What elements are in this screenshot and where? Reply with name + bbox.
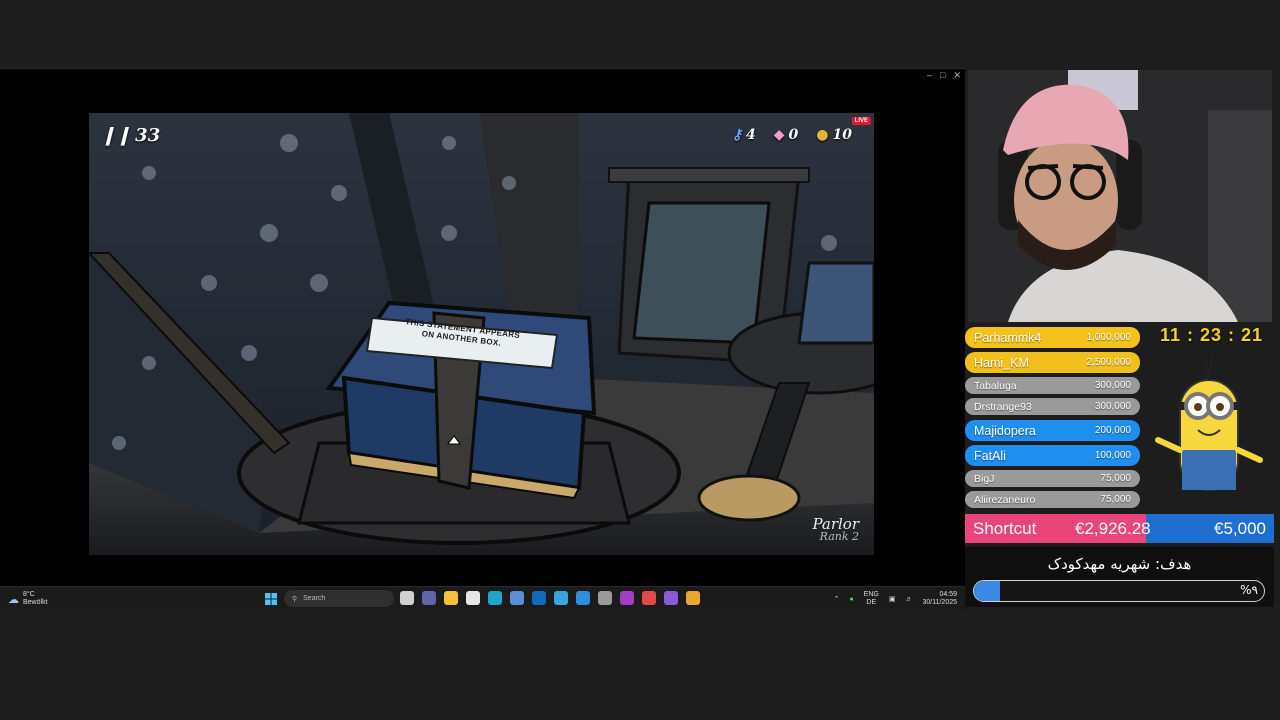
language-code: ENG xyxy=(863,591,879,598)
network-icon[interactable]: ▣ xyxy=(889,595,896,603)
gems-value: 0 xyxy=(788,127,799,143)
leaderboard-row: Drstrange93 300,000 xyxy=(965,398,1140,415)
room-rank: Rank 2 xyxy=(819,530,859,543)
steps-counter: ❙❙ 33 xyxy=(101,125,160,146)
leaderboard-row: Aliirezaneuro 75,000 xyxy=(965,491,1140,508)
minion-mascot-icon xyxy=(1155,357,1263,491)
footsteps-icon: ❙❙ xyxy=(101,125,132,146)
donor-name: Majidopera xyxy=(974,423,1036,438)
donor-name: Drstrange93 xyxy=(974,400,1032,413)
leaderboard-row: Parhammk4 1,000,000 xyxy=(965,327,1140,348)
store-icon[interactable] xyxy=(466,591,480,605)
donor-amount: 1,000,000 xyxy=(1086,332,1132,343)
app-icon-4[interactable] xyxy=(664,591,678,605)
clock[interactable]: 04:59 30/11/2025 xyxy=(922,591,957,607)
taskbar-search[interactable]: ⚲ Search xyxy=(284,590,394,607)
keys-counter: ⚷ 4 xyxy=(732,127,756,143)
weather-description: Bewölkt xyxy=(23,599,48,606)
donation-goal-title: هدف: شهریه مهدکودک xyxy=(1047,555,1192,573)
key-icon: ⚷ xyxy=(731,127,743,143)
window-controls: – □ ✕ xyxy=(927,70,961,81)
donation-progress-track: %٩ xyxy=(973,580,1265,602)
app-icon-2[interactable] xyxy=(554,591,568,605)
streamer-image xyxy=(968,70,1272,322)
donor-name: BigJ xyxy=(974,472,995,485)
coins-counter: ● 10 xyxy=(816,127,852,143)
donor-name: Parhammk4 xyxy=(974,330,1042,345)
stream-timer: 11 : 23 : 21 xyxy=(1160,325,1264,345)
donation-goal: هدف: شهریه مهدکودک %٩ xyxy=(965,547,1274,607)
goal-label: Shortcut xyxy=(973,519,1037,538)
coins-value: 10 xyxy=(832,127,852,143)
taskbar: ☁ 8°C Bewölkt ⚲ Search ⌃ ● ENG DE ▣ ♬ 04… xyxy=(0,586,965,611)
search-placeholder: Search xyxy=(303,595,326,602)
app-icon-1[interactable] xyxy=(510,591,524,605)
game-window: – □ ✕ THIS STATEMENT APPEARS ON ANOTHER … xyxy=(0,68,965,587)
close-icon[interactable]: ✕ xyxy=(953,70,961,81)
gem-icon: ◆ xyxy=(773,127,785,143)
live-badge: LIVE xyxy=(851,117,871,125)
steps-value: 33 xyxy=(135,125,161,146)
game-viewport[interactable]: THIS STATEMENT APPEARS ON ANOTHER BOX. ❙… xyxy=(89,113,874,555)
task-view-icon[interactable] xyxy=(400,591,414,605)
windows-start-icon[interactable] xyxy=(265,593,277,605)
language-indicator[interactable]: ENG DE xyxy=(864,591,879,607)
search-icon: ⚲ xyxy=(292,595,298,603)
outlook-icon[interactable] xyxy=(532,591,546,605)
maximize-icon[interactable]: □ xyxy=(940,70,945,81)
clock-date: 30/11/2025 xyxy=(922,599,957,606)
donation-progress-fill xyxy=(974,581,1001,601)
goal-current-amount: €2,926.28 xyxy=(1075,519,1151,538)
leaderboard-row: Majidopera 200,000 xyxy=(965,420,1140,441)
file-explorer-icon[interactable] xyxy=(444,591,458,605)
donor-amount: 300,000 xyxy=(1094,401,1131,412)
donor-amount: 300,000 xyxy=(1094,380,1131,391)
keys-value: 4 xyxy=(746,127,756,143)
resources-hud: ⚷ 4 ◆ 0 ● 10 xyxy=(732,127,852,143)
vscode-icon[interactable] xyxy=(576,591,590,605)
chrome-icon[interactable] xyxy=(686,591,700,605)
clock-time: 04:59 xyxy=(939,591,957,598)
teams-icon[interactable] xyxy=(422,591,436,605)
leaderboard-row: BigJ 75,000 xyxy=(965,470,1140,487)
rider-icon[interactable] xyxy=(620,591,634,605)
donor-name: FatAli xyxy=(974,448,1006,463)
terminal-icon[interactable] xyxy=(598,591,612,605)
leaderboard-row: FatAli 100,000 xyxy=(965,445,1140,466)
donor-amount: 75,000 xyxy=(1100,494,1131,505)
edge-icon[interactable] xyxy=(488,591,502,605)
donor-name: Tabaluga xyxy=(974,379,1017,392)
donor-amount: 75,000 xyxy=(1100,473,1131,484)
app-icon-3[interactable] xyxy=(642,591,656,605)
system-tray: ⌃ ● ENG DE ▣ ♬ 04:59 30/11/2025 xyxy=(834,591,957,607)
minimize-icon[interactable]: – xyxy=(927,70,932,81)
chevron-up-icon[interactable]: ⌃ xyxy=(834,595,840,603)
cloud-icon: ☁ xyxy=(8,593,19,606)
coin-icon: ● xyxy=(816,127,829,143)
donor-name: Hami_KM xyxy=(974,355,1029,370)
donation-percent: %٩ xyxy=(1240,583,1258,597)
goal-target-amount: €5,000 xyxy=(1214,519,1266,538)
taskbar-apps xyxy=(400,591,700,605)
donor-amount: 2,500,000 xyxy=(1086,357,1132,368)
leaderboard-row: Tabaluga 300,000 xyxy=(965,377,1140,394)
webcam-feed xyxy=(968,70,1272,322)
donor-name: Aliirezaneuro xyxy=(974,493,1036,506)
gems-counter: ◆ 0 xyxy=(774,127,799,143)
keyboard-layout: DE xyxy=(866,599,877,606)
leaderboard-row: Hami_KM 2,500,000 xyxy=(965,352,1140,373)
donor-amount: 100,000 xyxy=(1094,450,1131,461)
microphone-icon[interactable]: ● xyxy=(849,596,853,603)
weather-temperature: 8°C xyxy=(23,591,35,598)
weather-widget[interactable]: ☁ 8°C Bewölkt xyxy=(8,591,48,607)
donor-amount: 200,000 xyxy=(1094,425,1131,436)
goal-progress-bar: Shortcut €2,926.28 €5,000 xyxy=(965,514,1274,543)
volume-icon[interactable]: ♬ xyxy=(905,596,912,603)
